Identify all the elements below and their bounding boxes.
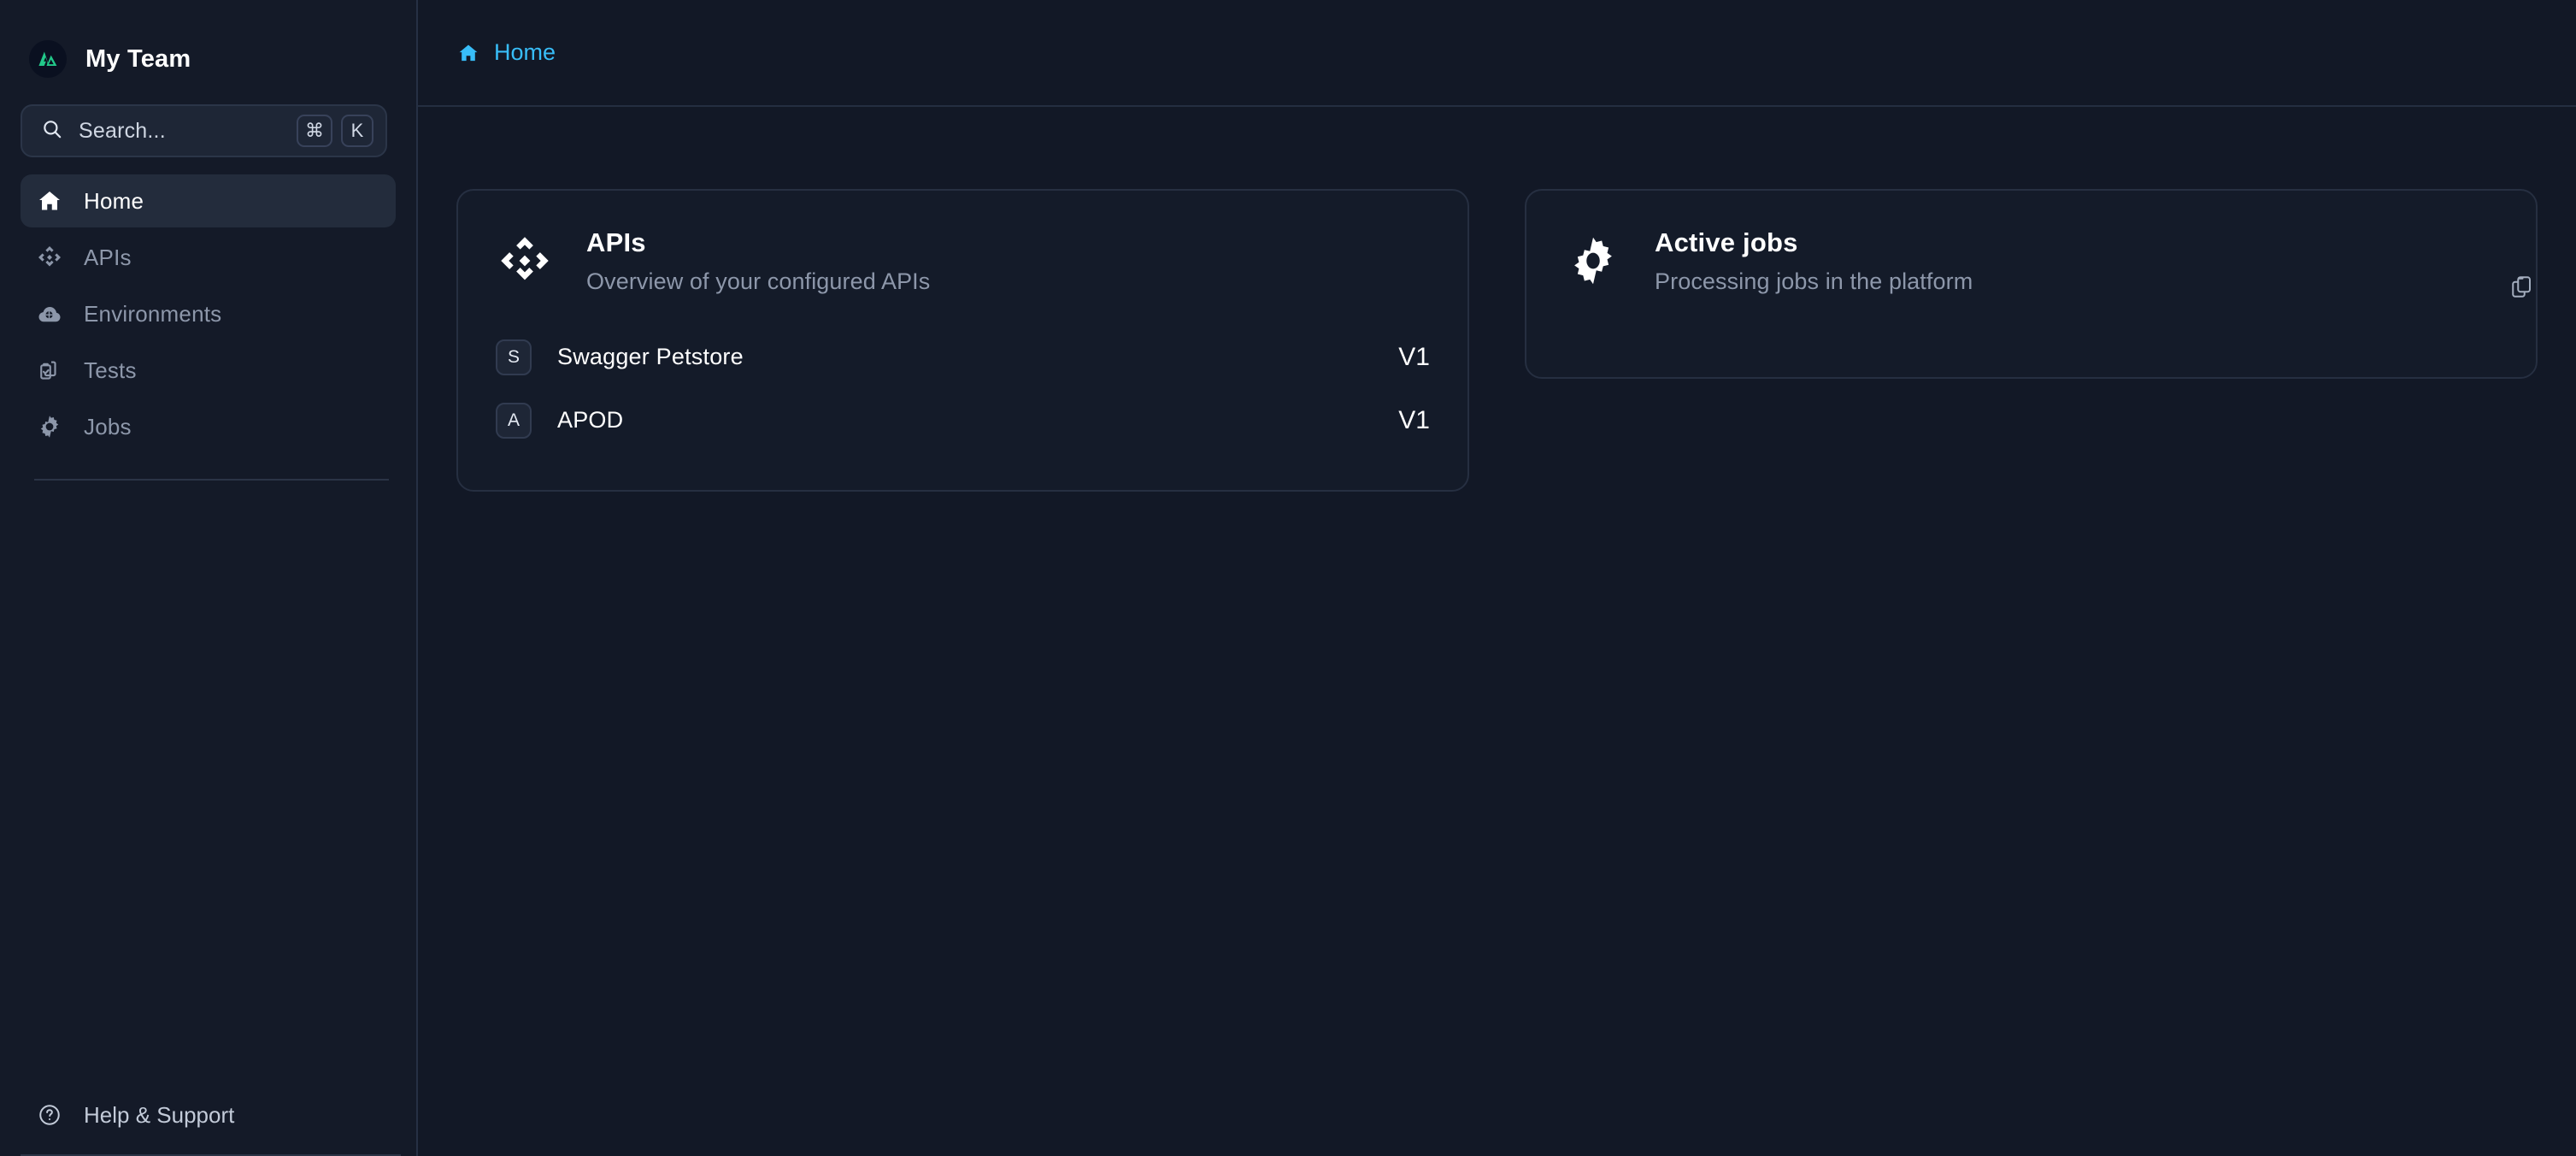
card-apis: APIs Overview of your configured APIs S … xyxy=(456,189,1469,492)
list-item[interactable]: S Swagger Petstore V1 xyxy=(496,326,1430,389)
sidebar-item-label: Jobs xyxy=(84,413,132,439)
sidebar-item-environments[interactable]: Environments xyxy=(21,287,396,340)
api-name: APOD xyxy=(557,407,624,434)
list-item[interactable]: A APOD V1 xyxy=(496,389,1430,452)
sidebar-item-tests[interactable]: Tests xyxy=(21,344,396,397)
card-active-jobs-text: Active jobs Processing jobs in the platf… xyxy=(1655,227,1973,295)
breadcrumb-label: Home xyxy=(494,39,556,65)
api-version: V1 xyxy=(1398,342,1430,371)
brand-name: My Team xyxy=(85,44,191,73)
clipboard-check-icon xyxy=(36,357,63,384)
home-icon xyxy=(456,41,480,65)
card-active-jobs-body xyxy=(1526,295,2536,377)
sidebar-item-label: Tests xyxy=(84,357,137,383)
copy-clipboard-icon[interactable] xyxy=(2502,268,2540,305)
content-area: APIs Overview of your configured APIs S … xyxy=(418,107,2576,1156)
search-input[interactable]: Search... ⌘ K xyxy=(21,104,387,157)
help-and-support-button[interactable]: Help & Support xyxy=(0,1074,416,1156)
api-badge: S xyxy=(496,339,532,375)
app-root: My Team Search... ⌘ K Home APIs Environm… xyxy=(0,0,2576,1156)
sidebar: My Team Search... ⌘ K Home APIs Environm… xyxy=(0,0,418,1156)
kbd-command: ⌘ xyxy=(297,115,332,147)
apis-diamond-icon xyxy=(36,244,63,271)
sidebar-item-home[interactable]: Home xyxy=(21,174,396,227)
card-subtitle: Processing jobs in the platform xyxy=(1655,268,1973,294)
sidebar-item-label: Environments xyxy=(84,300,222,327)
search-shortcut: ⌘ K xyxy=(297,115,373,147)
sidebar-item-jobs[interactable]: Jobs xyxy=(21,400,396,453)
question-circle-icon xyxy=(36,1101,63,1129)
card-active-jobs: Active jobs Processing jobs in the platf… xyxy=(1525,189,2538,379)
dashboard-cards: APIs Overview of your configured APIs S … xyxy=(456,189,2538,492)
card-title: APIs xyxy=(586,227,646,257)
brand[interactable]: My Team xyxy=(0,0,416,87)
sidebar-item-label: Home xyxy=(84,187,144,214)
search-icon xyxy=(41,118,63,144)
api-badge: A xyxy=(496,402,532,439)
mountain-logo-icon xyxy=(29,40,67,78)
card-apis-header: APIs Overview of your configured APIs xyxy=(458,191,1467,295)
search-container: Search... ⌘ K xyxy=(0,87,416,157)
kbd-k: K xyxy=(341,115,373,147)
card-apis-text: APIs Overview of your configured APIs xyxy=(586,227,930,295)
breadcrumb[interactable]: Home xyxy=(456,39,556,66)
apis-diamond-icon xyxy=(496,232,554,290)
search-placeholder: Search... xyxy=(79,118,166,143)
api-version: V1 xyxy=(1398,405,1430,434)
cloud-environments-icon xyxy=(36,300,63,327)
sidebar-item-label: APIs xyxy=(84,244,132,270)
api-name: Swagger Petstore xyxy=(557,344,744,370)
help-and-support-label: Help & Support xyxy=(84,1101,235,1128)
gear-icon xyxy=(1564,232,1622,290)
sidebar-item-apis[interactable]: APIs xyxy=(21,231,396,284)
card-active-jobs-header: Active jobs Processing jobs in the platf… xyxy=(1526,191,2536,295)
main-area: Home APIs Overview of your configured AP… xyxy=(418,0,2576,1156)
card-subtitle: Overview of your configured APIs xyxy=(586,268,931,294)
gear-icon xyxy=(36,413,63,440)
card-apis-body: S Swagger Petstore V1 A APOD V1 xyxy=(458,295,1467,490)
card-title: Active jobs xyxy=(1655,227,1798,257)
topbar: Home xyxy=(418,0,2576,107)
sidebar-nav: Home APIs Environments Tests Jobs xyxy=(0,157,416,453)
home-icon xyxy=(36,187,63,215)
